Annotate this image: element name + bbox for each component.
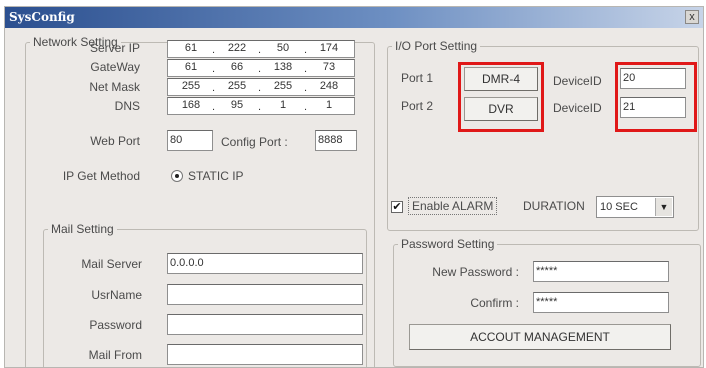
server-ip-octet-4: 174 bbox=[319, 42, 339, 54]
ip-dot: . bbox=[258, 101, 262, 113]
ip-dot: . bbox=[304, 44, 308, 56]
close-button[interactable]: x bbox=[685, 10, 699, 24]
mail-server-input[interactable]: 0.0.0.0 bbox=[167, 253, 363, 274]
server-ip-octet-2: 222 bbox=[227, 42, 247, 54]
port-2-label: Port 2 bbox=[401, 99, 434, 113]
device-id-2-label: DeviceID bbox=[553, 101, 602, 115]
account-management-button[interactable]: ACCOUT MANAGEMENT bbox=[409, 324, 671, 350]
dns-octet-1: 168 bbox=[181, 99, 201, 111]
static-ip-radio[interactable] bbox=[171, 170, 183, 182]
password-input[interactable] bbox=[167, 314, 363, 335]
window-title: SysConfig bbox=[9, 10, 75, 24]
config-port-input[interactable]: 8888 bbox=[315, 130, 357, 151]
sysconfig-window: SysConfig x Network Setting Server IP 61… bbox=[4, 6, 704, 368]
ip-dot: . bbox=[304, 63, 308, 75]
dns-octet-4: 1 bbox=[325, 99, 333, 111]
confirm-password-label: Confirm : bbox=[470, 296, 519, 310]
io-port-setting-legend: I/O Port Setting bbox=[395, 39, 478, 53]
duration-select[interactable]: 10 SEC ▼ bbox=[596, 196, 674, 218]
port-1-label: Port 1 bbox=[401, 71, 434, 85]
enable-alarm-label[interactable]: Enable ALARM bbox=[408, 197, 498, 215]
net-mask-octet-4: 248 bbox=[319, 80, 339, 92]
web-port-label: Web Port bbox=[90, 134, 140, 148]
dns-label: DNS bbox=[114, 99, 140, 113]
username-label: UsrName bbox=[91, 288, 142, 302]
mail-setting-legend: Mail Setting bbox=[51, 222, 114, 236]
gateway-octet-4: 73 bbox=[322, 61, 336, 73]
net-mask-octet-2: 255 bbox=[227, 80, 247, 92]
net-mask-field[interactable]: 255 . 255 . 255 . 248 bbox=[167, 78, 355, 96]
server-ip-octet-3: 50 bbox=[276, 42, 290, 54]
gateway-octet-3: 138 bbox=[273, 61, 293, 73]
net-mask-octet-1: 255 bbox=[181, 80, 201, 92]
port-2-device-button[interactable]: DVR bbox=[464, 97, 538, 121]
device-id-1-label: DeviceID bbox=[553, 74, 602, 88]
ip-dot: . bbox=[212, 44, 216, 56]
password-label: Password bbox=[89, 318, 142, 332]
ip-dot: . bbox=[212, 101, 216, 113]
static-ip-label: STATIC IP bbox=[188, 169, 244, 183]
net-mask-octet-3: 255 bbox=[273, 80, 293, 92]
server-ip-field[interactable]: 61 . 222 . 50 . 174 bbox=[167, 40, 355, 58]
gateway-octet-2: 66 bbox=[230, 61, 244, 73]
port-1-device-button[interactable]: DMR-4 bbox=[464, 67, 538, 91]
web-port-input[interactable]: 80 bbox=[167, 130, 213, 151]
dns-octet-3: 1 bbox=[279, 99, 287, 111]
ip-dot: . bbox=[304, 82, 308, 94]
new-password-input[interactable]: ***** bbox=[533, 261, 669, 282]
device-id-1-input[interactable]: 20 bbox=[620, 68, 686, 89]
chevron-down-icon[interactable]: ▼ bbox=[655, 198, 672, 216]
new-password-label: New Password : bbox=[432, 265, 519, 279]
gateway-field[interactable]: 61 . 66 . 138 . 73 bbox=[167, 59, 355, 77]
gateway-octet-1: 61 bbox=[184, 61, 198, 73]
mail-from-label: Mail From bbox=[88, 348, 142, 362]
ip-dot: . bbox=[304, 101, 308, 113]
gateway-label: GateWay bbox=[90, 60, 140, 74]
server-ip-octet-1: 61 bbox=[184, 42, 198, 54]
mail-from-input[interactable] bbox=[167, 344, 363, 365]
net-mask-label: Net Mask bbox=[89, 80, 140, 94]
duration-label: DURATION bbox=[523, 199, 585, 213]
ip-dot: . bbox=[258, 82, 262, 94]
duration-value: 10 SEC bbox=[600, 201, 638, 213]
ip-dot: . bbox=[258, 63, 262, 75]
title-bar[interactable]: SysConfig x bbox=[5, 7, 703, 28]
confirm-password-input[interactable]: ***** bbox=[533, 292, 669, 313]
mail-server-label: Mail Server bbox=[81, 257, 142, 271]
dns-field[interactable]: 168 . 95 . 1 . 1 bbox=[167, 97, 355, 115]
config-port-label: Config Port : bbox=[221, 135, 288, 149]
password-setting-legend: Password Setting bbox=[401, 237, 495, 251]
ip-dot: . bbox=[212, 82, 216, 94]
device-id-2-input[interactable]: 21 bbox=[620, 97, 686, 118]
ip-get-method-label: IP Get Method bbox=[62, 169, 140, 183]
enable-alarm-checkbox[interactable]: ✔ bbox=[391, 201, 403, 213]
dns-octet-2: 95 bbox=[230, 99, 244, 111]
ip-dot: . bbox=[212, 63, 216, 75]
server-ip-label: Server IP bbox=[89, 41, 140, 55]
username-input[interactable] bbox=[167, 284, 363, 305]
ip-dot: . bbox=[258, 44, 262, 56]
